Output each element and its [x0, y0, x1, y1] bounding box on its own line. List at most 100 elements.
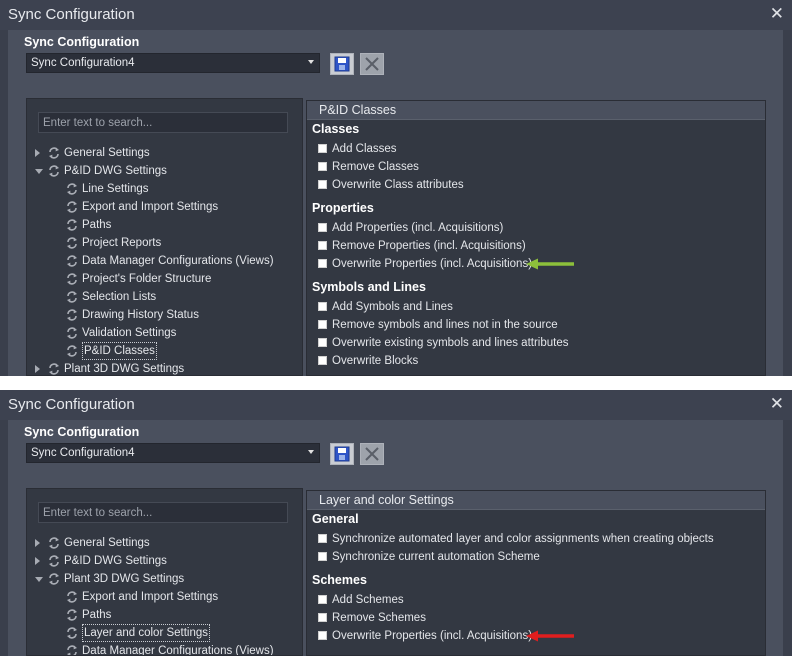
option-label: Overwrite Class attributes	[332, 179, 464, 191]
close-icon[interactable]: ✕	[770, 394, 784, 414]
expander-icon[interactable]	[35, 149, 40, 157]
option-label: Overwrite Properties (incl. Acquisitions…	[332, 630, 533, 642]
sync-icon	[66, 344, 78, 358]
sync-icon	[48, 554, 60, 568]
search-input[interactable]	[43, 504, 281, 521]
tree-item-label: Validation Settings	[82, 327, 177, 339]
expander-icon[interactable]	[35, 365, 40, 373]
checkbox[interactable]	[318, 144, 327, 153]
sync-configuration-window: Sync Configuration ✕ Sync Configuration …	[0, 390, 792, 656]
option-label: Add Schemes	[332, 594, 404, 606]
annotation-arrow-icon	[526, 258, 574, 270]
sync-icon	[66, 272, 78, 286]
checkbox[interactable]	[318, 223, 327, 232]
checkbox[interactable]	[318, 552, 327, 561]
sync-icon	[66, 326, 78, 340]
tree-item-label: P&ID DWG Settings	[64, 555, 167, 567]
group-title-properties: Properties	[312, 201, 374, 215]
config-select-value: Sync Configuration4	[31, 57, 135, 69]
tree-item-label: Project's Folder Structure	[82, 273, 212, 285]
delete-button[interactable]	[360, 443, 384, 465]
tree-item-label: Data Manager Configurations (Views)	[82, 645, 274, 656]
option-label: Add Properties (incl. Acquisitions)	[332, 222, 504, 234]
sync-icon	[66, 608, 78, 622]
delete-button[interactable]	[360, 53, 384, 75]
expander-icon[interactable]	[35, 539, 40, 547]
tree-item-label: Drawing History Status	[82, 309, 199, 321]
group-title-symbols-and-lines: Symbols and Lines	[312, 280, 426, 294]
checkbox[interactable]	[318, 613, 327, 622]
settings-tree-pane: General Settings P&ID DWG Settings Line Se…	[26, 98, 303, 376]
sync-icon	[66, 308, 78, 322]
title-bar: Sync Configuration ✕	[0, 390, 792, 420]
config-select[interactable]: Sync Configuration4	[26, 53, 320, 73]
option-label: Overwrite Blocks	[332, 355, 419, 367]
options-pane: P&ID Classes Classes Add Classes Remove Cl…	[306, 100, 766, 376]
annotation-arrow-icon	[526, 630, 574, 642]
tree-item-label: General Settings	[64, 147, 150, 159]
settings-tree-pane: General Settings P&ID DWG Settings Plant 3…	[26, 488, 303, 656]
checkbox[interactable]	[318, 534, 327, 543]
checkbox[interactable]	[318, 595, 327, 604]
search-box[interactable]	[38, 502, 288, 523]
option-label: Remove symbols and lines not in the sour…	[332, 319, 558, 331]
delete-icon	[365, 57, 379, 71]
tree-item-label: Export and Import Settings	[82, 201, 219, 213]
options-pane-header: Layer and color Settings	[307, 491, 765, 510]
save-icon	[334, 56, 350, 72]
group-title-schemes: Schemes	[312, 573, 367, 587]
option-label: Remove Classes	[332, 161, 419, 173]
option-label: Synchronize automated layer and color as…	[332, 533, 714, 545]
sync-icon	[66, 236, 78, 250]
chevron-down-icon	[308, 450, 314, 454]
sync-icon	[48, 572, 60, 586]
config-select-value: Sync Configuration4	[31, 447, 135, 459]
save-button[interactable]	[330, 443, 354, 465]
tree-item-label: Export and Import Settings	[82, 591, 219, 603]
close-icon[interactable]: ✕	[770, 4, 784, 24]
sync-icon	[66, 590, 78, 604]
search-input[interactable]	[43, 114, 281, 131]
tree-item-label: Paths	[82, 609, 112, 621]
tree-item-label: Plant 3D DWG Settings	[64, 363, 185, 375]
group-title-general: General	[312, 512, 359, 526]
search-box[interactable]	[38, 112, 288, 133]
main-panel: Sync Configuration Sync Configuration4 G…	[8, 420, 783, 656]
option-label: Remove Schemes	[332, 612, 426, 624]
delete-icon	[365, 447, 379, 461]
section-label: Sync Configuration	[24, 35, 140, 49]
title-bar: Sync Configuration ✕	[0, 0, 792, 30]
checkbox[interactable]	[318, 631, 327, 640]
checkbox[interactable]	[318, 356, 327, 365]
checkbox[interactable]	[318, 259, 327, 268]
chevron-down-icon	[308, 60, 314, 64]
tree-item-label: Line Settings	[82, 183, 149, 195]
options-pane-title: P&ID Classes	[319, 103, 397, 117]
expander-icon[interactable]	[35, 557, 40, 565]
checkbox[interactable]	[318, 162, 327, 171]
group-title-classes: Classes	[312, 122, 360, 136]
tree-item-label: Project Reports	[82, 237, 162, 249]
config-select[interactable]: Sync Configuration4	[26, 443, 320, 463]
sync-icon	[66, 200, 78, 214]
save-button[interactable]	[330, 53, 354, 75]
section-label: Sync Configuration	[24, 425, 140, 439]
checkbox[interactable]	[318, 180, 327, 189]
option-label: Add Symbols and Lines	[332, 301, 453, 313]
main-panel: Sync Configuration Sync Configuration4 G…	[8, 30, 783, 376]
tree-item-label: Layer and color Settings	[82, 624, 211, 642]
window-title: Sync Configuration	[8, 6, 135, 23]
checkbox[interactable]	[318, 320, 327, 329]
sync-icon	[66, 290, 78, 304]
expander-icon[interactable]	[35, 169, 43, 174]
sync-icon	[66, 644, 78, 655]
option-label: Remove Properties (incl. Acquisitions)	[332, 240, 526, 252]
tree-item-label: Plant 3D DWG Settings	[64, 573, 185, 585]
checkbox[interactable]	[318, 302, 327, 311]
expander-icon[interactable]	[35, 577, 43, 582]
checkbox[interactable]	[318, 338, 327, 347]
sync-icon	[66, 254, 78, 268]
option-label: Overwrite existing symbols and lines att…	[332, 337, 569, 349]
checkbox[interactable]	[318, 241, 327, 250]
options-pane-title: Layer and color Settings	[319, 493, 454, 507]
